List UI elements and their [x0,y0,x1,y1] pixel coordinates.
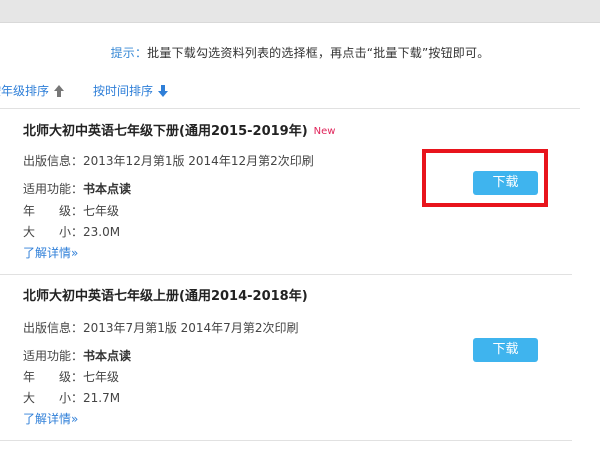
publish-info-row: 出版信息：2013年7月第1版 2014年7月第2次印刷 [23,319,298,336]
top-bar [0,0,600,22]
grade-value: 七年级 [83,370,120,384]
tip-label: 提示： [110,46,148,60]
sort-by-grade-label: 按年级排序 [0,84,50,98]
publish-info-label: 出版信息： [23,321,84,335]
tip-text: 批量下载勾选资料列表的选择框，再点击“批量下载”按钮即可。 [147,46,490,60]
publish-info-value: 2013年7月第1版 2014年7月第2次印刷 [83,321,299,335]
tip-message: 提示：批量下载勾选资料列表的选择框，再点击“批量下载”按钮即可。 [0,44,600,62]
item-divider [0,440,572,441]
resource-item: 北师大初中英语七年级上册(通用2014-2018年) 出版信息：2013年7月第… [0,275,572,441]
grade-row: 年 级：七年级 [23,202,119,219]
detail-link[interactable]: 了解详情» [23,244,78,261]
publish-info-value: 2013年12月第1版 2014年12月第2次印刷 [83,154,314,168]
function-row: 适用功能：书本点读 [23,180,131,197]
size-row: 大 小：21.7M [23,389,120,406]
grade-label: 年 级： [23,370,84,384]
resource-title-text: 北师大初中英语七年级上册(通用2014-2018年) [23,289,308,304]
resource-title: 北师大初中英语七年级下册(通用2015-2019年) New [23,120,335,139]
function-value: 书本点读 [83,349,132,363]
panel-border [0,22,600,23]
resource-title: 北师大初中英语七年级上册(通用2014-2018年) [23,285,308,304]
new-badge: New [313,126,336,137]
grade-row: 年 级：七年级 [23,368,119,385]
sort-by-time-link[interactable]: 按时间排序 [93,83,168,101]
publish-info-row: 出版信息：2013年12月第1版 2014年12月第2次印刷 [23,152,314,169]
detail-link[interactable]: 了解详情» [23,410,78,427]
grade-value: 七年级 [83,204,120,218]
publish-info-label: 出版信息： [23,154,84,168]
size-row: 大 小：23.0M [23,223,120,240]
highlight-box [422,149,548,207]
sort-by-time-label: 按时间排序 [93,84,154,98]
size-label: 大 小： [23,391,84,405]
arrow-down-icon [157,85,168,101]
size-value: 23.0M [83,225,121,239]
size-value: 21.7M [83,391,121,405]
grade-label: 年 级： [23,204,84,218]
download-button[interactable]: 下载 [473,338,538,362]
sort-divider [0,108,580,109]
function-label: 适用功能： [23,182,84,196]
size-label: 大 小： [23,225,84,239]
arrow-up-icon [53,85,64,101]
function-value: 书本点读 [83,182,132,196]
sort-by-grade-link[interactable]: 按年级排序 [0,83,64,101]
function-label: 适用功能： [23,349,84,363]
function-row: 适用功能：书本点读 [23,347,131,364]
resource-title-text: 北师大初中英语七年级下册(通用2015-2019年) [23,124,308,139]
